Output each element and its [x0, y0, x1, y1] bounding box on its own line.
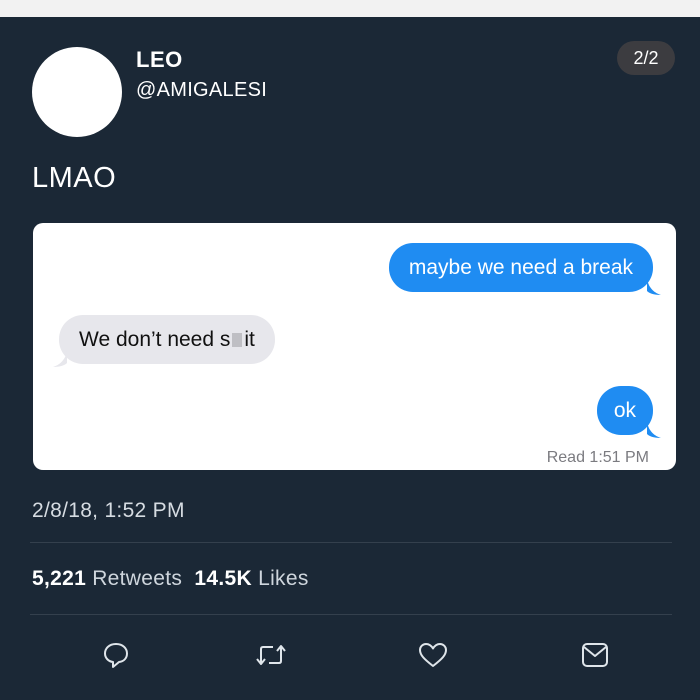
- censor-block: [232, 333, 243, 347]
- received-message-text-end: it: [244, 328, 255, 351]
- tweet-timestamp[interactable]: 2/8/18, 1:52 PM: [32, 499, 185, 523]
- likes-label[interactable]: Likes: [258, 567, 309, 590]
- image-counter-badge: 2/2: [617, 41, 675, 75]
- avatar[interactable]: [32, 47, 122, 137]
- tweet-text: LMAO: [32, 162, 117, 194]
- read-receipt: Read 1:51 PM: [546, 449, 649, 466]
- reply-icon: [104, 643, 128, 668]
- share-button[interactable]: [579, 639, 611, 671]
- divider: [30, 542, 672, 543]
- sent-message-bubble: ok: [596, 386, 653, 435]
- user-handle[interactable]: @AMIGALESI: [136, 79, 267, 102]
- like-button[interactable]: [417, 639, 449, 671]
- received-message-bubble: We don’t need s it: [59, 315, 275, 364]
- top-strip: [0, 0, 700, 17]
- received-bubble-tail: [53, 351, 67, 367]
- engagement-stats: 5,221 Retweets 14.5K Likes: [32, 567, 309, 591]
- attached-message-screenshot[interactable]: maybe we need a break We don’t need s it …: [33, 223, 676, 470]
- display-name[interactable]: LEO: [136, 47, 183, 73]
- sent-bubble-tail: [647, 279, 661, 295]
- reply-button[interactable]: [100, 639, 132, 671]
- share-icon: [582, 643, 608, 667]
- retweets-count[interactable]: 5,221: [32, 567, 86, 590]
- retweet-button[interactable]: [255, 639, 287, 671]
- retweet-icon: [256, 645, 286, 665]
- sent-message-bubble: maybe we need a break: [388, 243, 653, 292]
- tweet-card: LEO @AMIGALESI 2/2 LMAO maybe we need a …: [0, 17, 700, 700]
- sent-bubble-tail: [647, 422, 661, 438]
- received-message-text-start: We don’t need s: [79, 328, 231, 351]
- retweets-label[interactable]: Retweets: [92, 567, 182, 590]
- like-icon: [419, 643, 447, 667]
- divider: [30, 614, 672, 615]
- likes-count[interactable]: 14.5K: [194, 567, 252, 590]
